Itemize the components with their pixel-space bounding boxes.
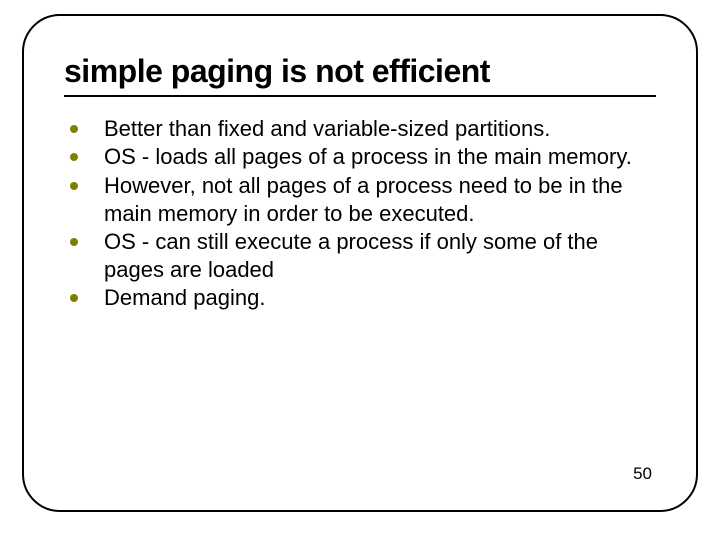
- bullet-text: However, not all pages of a process need…: [104, 172, 656, 228]
- list-item: OS - can still execute a process if only…: [70, 228, 656, 284]
- slide: simple paging is not efficient Better th…: [0, 0, 720, 540]
- bullet-icon: [70, 153, 78, 161]
- list-item: OS - loads all pages of a process in the…: [70, 143, 656, 171]
- bullet-icon: [70, 294, 78, 302]
- list-item: Better than fixed and variable-sized par…: [70, 115, 656, 143]
- bullet-text: OS - can still execute a process if only…: [104, 228, 656, 284]
- bullet-icon: [70, 238, 78, 246]
- slide-title: simple paging is not efficient: [64, 54, 656, 89]
- bullet-icon: [70, 182, 78, 190]
- list-item: However, not all pages of a process need…: [70, 172, 656, 228]
- page-number: 50: [633, 464, 652, 484]
- bullet-list: Better than fixed and variable-sized par…: [64, 115, 656, 312]
- list-item: Demand paging.: [70, 284, 656, 312]
- bullet-text: Better than fixed and variable-sized par…: [104, 115, 656, 143]
- bullet-icon: [70, 125, 78, 133]
- title-divider: [64, 95, 656, 97]
- slide-frame: simple paging is not efficient Better th…: [22, 14, 698, 512]
- bullet-text: Demand paging.: [104, 284, 656, 312]
- bullet-text: OS - loads all pages of a process in the…: [104, 143, 656, 171]
